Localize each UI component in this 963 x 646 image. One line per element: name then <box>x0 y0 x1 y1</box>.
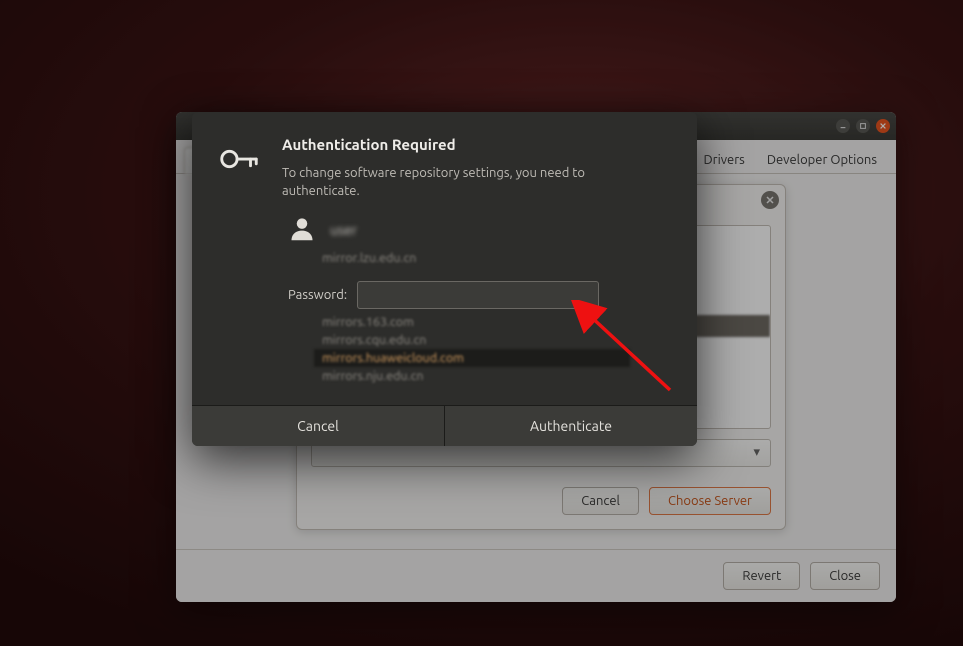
password-input[interactable] <box>357 281 599 309</box>
key-icon <box>216 136 262 385</box>
auth-cancel-button[interactable]: Cancel <box>192 406 445 446</box>
auth-username: user <box>330 222 357 238</box>
auth-message: To change software repository settings, … <box>282 165 622 200</box>
faint-mirror-list: mirror.lzu.edu.cn <box>322 249 622 267</box>
password-label: Password: <box>288 288 347 302</box>
authentication-dialog: Authentication Required To change softwa… <box>192 112 697 446</box>
auth-title: Authentication Required <box>282 136 622 153</box>
authenticate-button[interactable]: Authenticate <box>445 406 697 446</box>
avatar-icon <box>288 214 316 245</box>
faint-mirror-list-2: mirrors.163.com mirrors.cqu.edu.cn mirro… <box>322 313 622 385</box>
